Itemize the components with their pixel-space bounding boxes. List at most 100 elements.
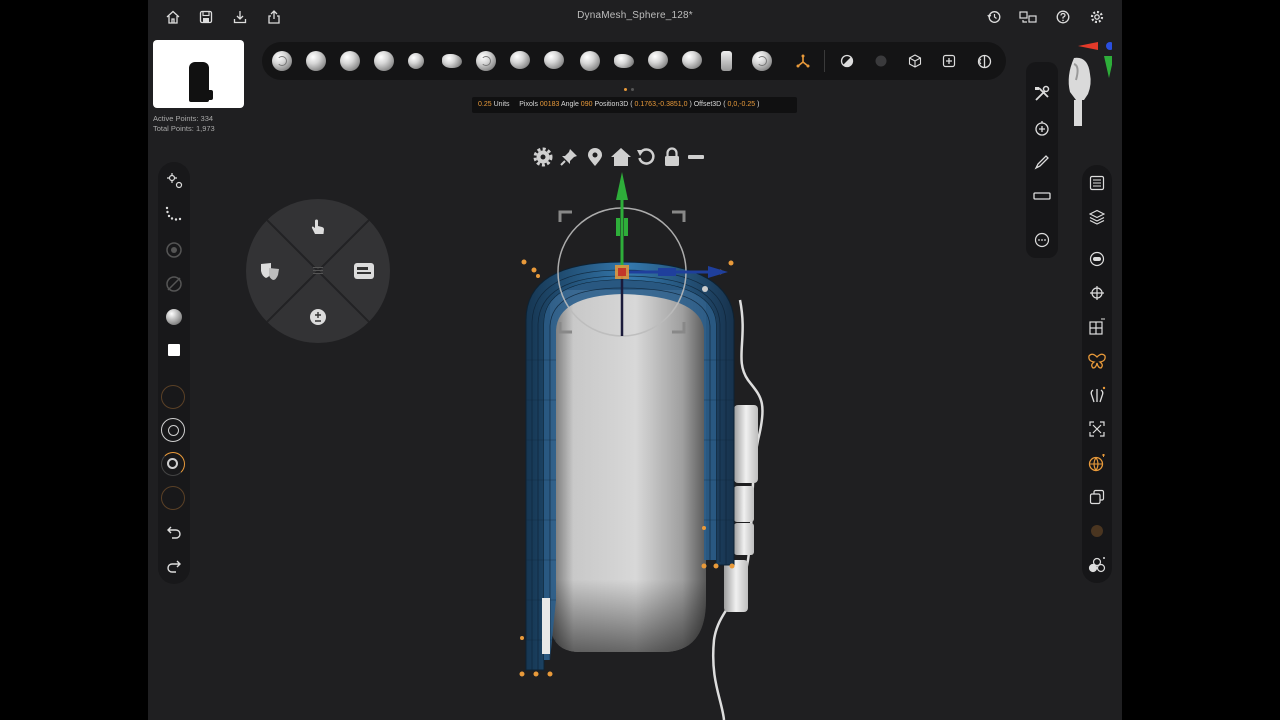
plus-minus-icon[interactable] — [306, 305, 330, 329]
lock-icon[interactable] — [661, 146, 683, 168]
help-icon[interactable] — [1054, 8, 1072, 26]
symmetry-icon[interactable] — [975, 52, 993, 70]
material-icon-side[interactable] — [1087, 521, 1107, 541]
right-toolbar-top — [1026, 62, 1058, 258]
control-points[interactable] — [519, 259, 735, 677]
history-icon[interactable] — [985, 8, 1003, 26]
subtool-add-icon[interactable] — [1032, 119, 1052, 139]
butterfly-icon[interactable] — [1087, 351, 1107, 371]
position-close-paren: ) — [689, 101, 692, 108]
top-bar: DynaMesh_Sphere_128* — [148, 0, 1122, 34]
brush-standard[interactable] — [340, 51, 360, 71]
offset-close-paren: ) — [757, 101, 760, 108]
sculpt-app: DynaMesh_Sphere_128* Active Points: 334 … — [148, 0, 1122, 720]
mask-icon[interactable] — [164, 240, 184, 260]
globe-icon[interactable] — [1087, 453, 1107, 473]
units-label: Units — [493, 101, 510, 108]
offset-value: 0,0,-0.25 — [727, 101, 756, 108]
material-sphere-icon[interactable] — [164, 307, 184, 327]
center-grid-icon[interactable] — [308, 261, 328, 281]
brush-hpolish[interactable] — [648, 51, 668, 69]
side-tabs — [724, 405, 758, 612]
position-label: Position3D — [594, 101, 629, 108]
color-swatch-icon[interactable] — [164, 340, 184, 360]
crosshair-icon[interactable] — [1087, 283, 1107, 303]
shelf-page-indicator — [622, 88, 642, 92]
position-value: 0.1763,-0.3851,0 — [634, 101, 688, 108]
spheres-icon[interactable] — [1087, 555, 1107, 575]
undo-icon[interactable] — [164, 522, 184, 542]
reset-icon[interactable] — [635, 146, 657, 168]
pixels-label: Pixols — [519, 101, 538, 108]
document-title: DynaMesh_Sphere_128* — [577, 10, 693, 21]
ruler-icon[interactable] — [1032, 186, 1052, 206]
pixels-value: 00183 — [539, 101, 560, 108]
gizmo-toolbar — [532, 146, 712, 170]
units-value: 0.25 — [478, 101, 492, 108]
angle-label: Angle — [560, 101, 579, 108]
tool-preview-image — [189, 62, 213, 102]
more-icon[interactable] — [1032, 230, 1052, 250]
brush-size-ring[interactable] — [161, 385, 185, 409]
gizmo-icon[interactable] — [794, 52, 812, 70]
material-icon[interactable] — [838, 52, 856, 70]
active-points: Active Points: 334 — [153, 114, 214, 123]
brush-polish[interactable] — [580, 51, 600, 71]
color-icon[interactable] — [872, 52, 890, 70]
settings-icon[interactable] — [1088, 8, 1106, 26]
right-toolbar-side — [1082, 165, 1112, 583]
location-icon[interactable] — [584, 146, 606, 168]
axis-indicator-icon — [1076, 38, 1112, 82]
brush-trim-dynamic[interactable] — [544, 51, 564, 69]
offset-label: Offset3D — [693, 101, 722, 108]
brush-smooth[interactable] — [408, 53, 424, 69]
pin-icon[interactable] — [558, 146, 580, 168]
brush-inflate[interactable] — [476, 51, 496, 71]
brush-pinch[interactable] — [510, 51, 530, 69]
position-open-paren: ( — [630, 101, 633, 108]
xyz-grid-icon[interactable] — [1087, 317, 1107, 337]
transform-icon[interactable] — [164, 170, 184, 190]
touch-icon[interactable] — [306, 215, 330, 239]
symmetry-figure-icon[interactable] — [1087, 385, 1107, 405]
tools-icon[interactable] — [1032, 84, 1052, 104]
brush-clay-buildup[interactable] — [272, 51, 292, 71]
angle-value: 090 — [580, 101, 593, 108]
minus-icon[interactable] — [685, 146, 707, 168]
tool-thumbnail[interactable] — [153, 40, 244, 108]
brush-character[interactable] — [682, 51, 702, 69]
cube-icon[interactable] — [906, 52, 924, 70]
offset-open-paren: ( — [723, 101, 726, 108]
cable — [712, 299, 764, 720]
layers-icon[interactable] — [1087, 207, 1107, 227]
stroke-icon[interactable] — [164, 204, 184, 224]
duplicate-icon[interactable] — [1087, 487, 1107, 507]
home-gizmo-icon[interactable] — [609, 146, 633, 168]
brush-dam-standard[interactable] — [442, 54, 462, 68]
dynamesh-icon[interactable] — [1087, 249, 1107, 269]
hide-icon[interactable] — [164, 274, 184, 294]
brush-flatten[interactable] — [614, 54, 634, 68]
list-icon[interactable] — [1087, 173, 1107, 193]
focal-ring[interactable] — [161, 418, 185, 442]
brush-figure[interactable] — [721, 51, 732, 71]
mesh-body[interactable] — [550, 290, 706, 652]
panel-icon[interactable] — [352, 259, 376, 283]
total-points: Total Points: 1,973 — [153, 124, 215, 133]
brush-snake-hook[interactable] — [752, 51, 772, 71]
gear-icon[interactable] — [532, 146, 554, 168]
layout-icon[interactable] — [1018, 8, 1038, 26]
brush-pen-icon[interactable] — [1032, 152, 1052, 172]
intensity-ring[interactable] — [161, 452, 185, 476]
transform-gizmo[interactable] — [557, 172, 728, 337]
left-toolbar — [158, 162, 190, 584]
add-icon[interactable] — [940, 52, 958, 70]
selected-mesh-arch[interactable] — [525, 261, 735, 671]
expand-icon[interactable] — [1087, 419, 1107, 439]
radial-menu — [246, 199, 390, 343]
masks-icon[interactable] — [258, 259, 282, 283]
draw-ring[interactable] — [161, 486, 185, 510]
redo-icon[interactable] — [164, 556, 184, 576]
brush-clay[interactable] — [306, 51, 326, 71]
brush-move[interactable] — [374, 51, 394, 71]
